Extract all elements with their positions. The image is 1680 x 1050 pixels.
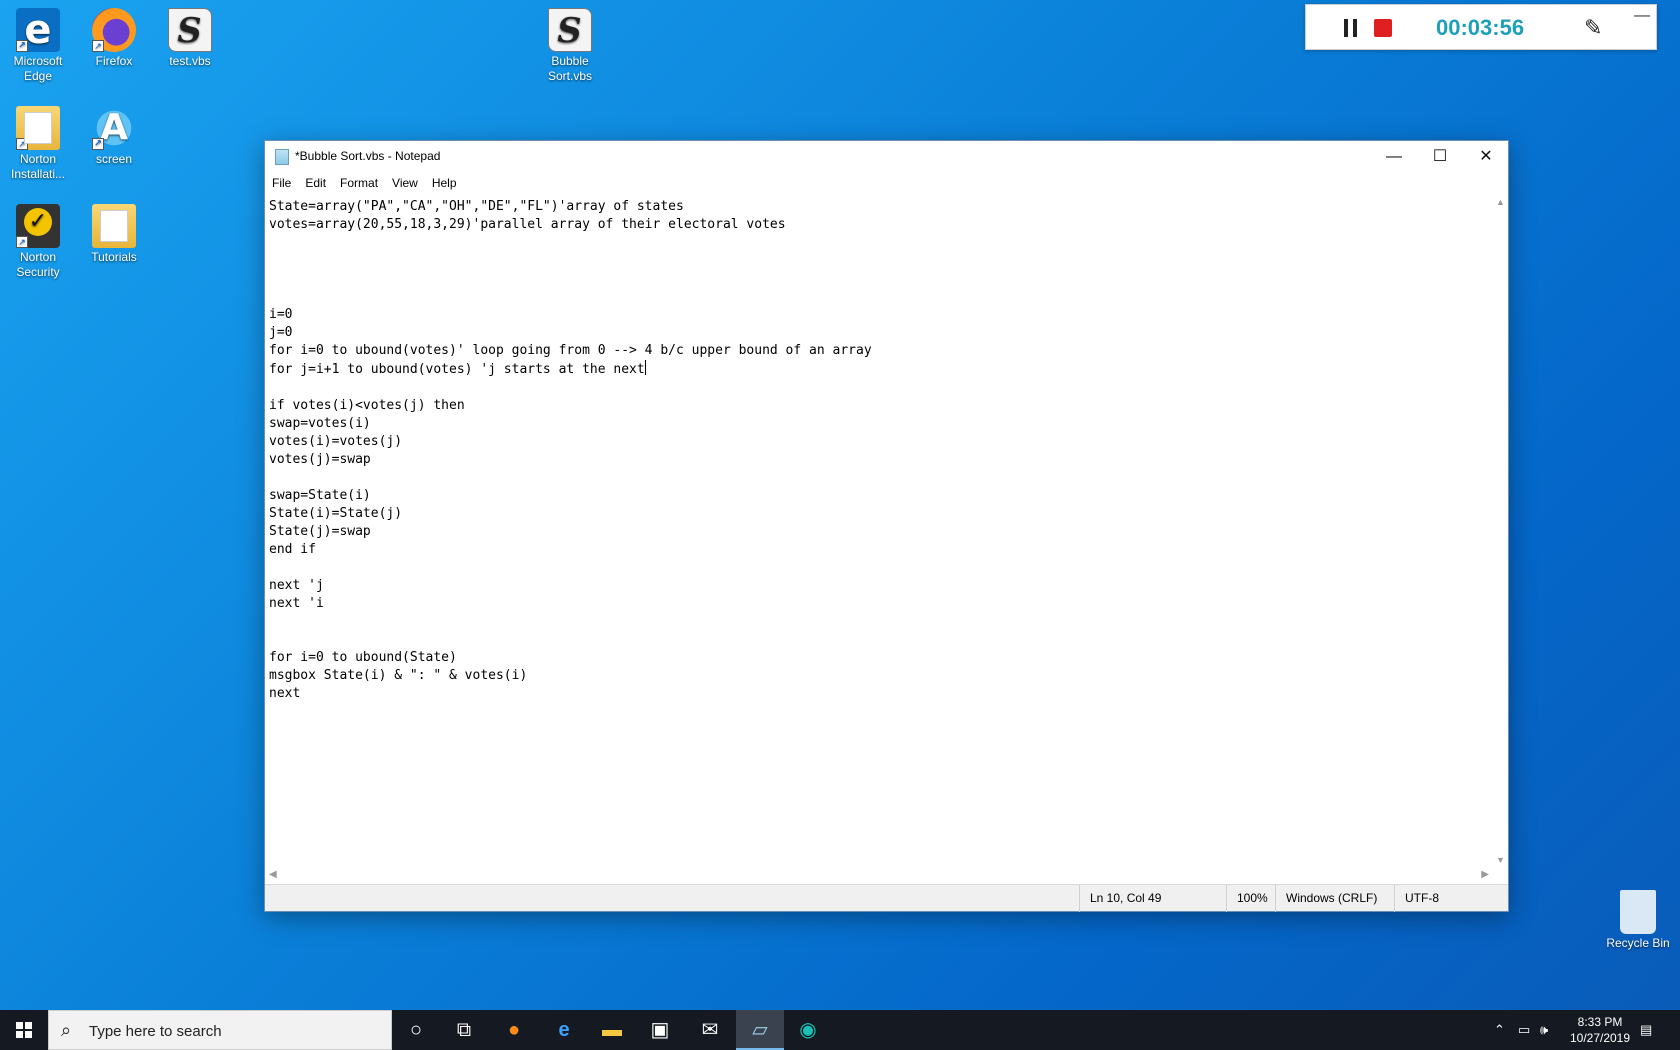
- scroll-up-icon[interactable]: ▲: [1496, 197, 1505, 207]
- desktop-icon-label: screen: [95, 152, 133, 166]
- windows-logo-icon: [16, 1022, 32, 1038]
- pause-icon[interactable]: [1344, 19, 1358, 37]
- network-icon[interactable]: ▭: [1518, 1010, 1530, 1050]
- desktop-icon-recycle-bin[interactable]: Recycle Bin: [1596, 890, 1680, 951]
- taskbar: ⌕ Type here to search ○ ⧉ ● e ▬ ▣ ✉ ▱ ◉ …: [0, 1010, 1680, 1050]
- show-hidden-icons[interactable]: ⌃: [1494, 1010, 1505, 1050]
- menu-view[interactable]: View: [385, 173, 425, 193]
- notepad-taskbar-icon[interactable]: ▱: [736, 1010, 784, 1050]
- menu-file[interactable]: File: [265, 173, 298, 193]
- pen-icon[interactable]: ✎: [1584, 15, 1602, 41]
- edge-taskbar-icon[interactable]: e: [540, 1010, 588, 1050]
- start-button[interactable]: [0, 1010, 48, 1050]
- task-view-icon[interactable]: ⧉: [440, 1010, 488, 1050]
- status-line-ending: Windows (CRLF): [1275, 885, 1377, 912]
- screen-app-icon: A ↗: [92, 106, 136, 150]
- scroll-right-icon[interactable]: ▶: [1481, 869, 1489, 880]
- minimize-button[interactable]: —: [1371, 141, 1417, 173]
- firefox-icon: ↗: [92, 8, 136, 52]
- vertical-scrollbar[interactable]: ▲ ▼: [1493, 195, 1508, 867]
- taskbar-search-box[interactable]: ⌕ Type here to search: [48, 1010, 392, 1050]
- norton-icon: ↗: [16, 204, 60, 248]
- desktop-icon-test-vbs[interactable]: test.vbs: [152, 8, 228, 69]
- desktop-icon-label: Norton Installati...: [10, 152, 66, 181]
- notepad-window: *Bubble Sort.vbs - Notepad — ☐ ✕ File Edi…: [264, 140, 1509, 912]
- status-position: Ln 10, Col 49: [1079, 885, 1161, 912]
- window-title: *Bubble Sort.vbs - Notepad: [295, 149, 441, 163]
- status-bar: Ln 10, Col 49 100% Windows (CRLF) UTF-8: [265, 884, 1508, 912]
- recycle-bin-icon: [1620, 890, 1656, 934]
- mail-icon[interactable]: ✉: [686, 1010, 734, 1050]
- search-placeholder: Type here to search: [89, 1023, 222, 1040]
- stop-icon[interactable]: [1374, 19, 1392, 37]
- recording-timer: 00:03:56: [1436, 15, 1525, 40]
- folder-icon: [92, 204, 136, 248]
- desktop-icon-label: Recycle Bin: [1606, 936, 1670, 950]
- scroll-left-icon[interactable]: ◀: [269, 869, 277, 880]
- maximize-button[interactable]: ☐: [1417, 141, 1463, 173]
- status-zoom: 100%: [1226, 885, 1268, 912]
- desktop-icon-label: Bubble Sort.vbs: [547, 54, 592, 83]
- desktop-icon-norton-install[interactable]: ↗ Norton Installati...: [0, 106, 76, 182]
- close-button[interactable]: ✕: [1463, 141, 1509, 173]
- horizontal-scrollbar[interactable]: ◀ ▶: [265, 867, 1493, 884]
- store-icon[interactable]: ▣: [636, 1010, 684, 1050]
- vbscript-file-icon: [548, 8, 592, 52]
- taskbar-clock[interactable]: 8:33 PM 10/27/2019: [1564, 1014, 1636, 1046]
- minimize-icon[interactable]: —: [1634, 7, 1650, 25]
- menu-help[interactable]: Help: [425, 173, 464, 193]
- notepad-icon: [275, 149, 289, 165]
- editor-text-after-caret: if votes(i)<votes(j) then swap=votes(i) …: [269, 398, 528, 701]
- desktop-icon-bubble-sort[interactable]: Bubble Sort.vbs: [532, 8, 608, 84]
- desktop-icon-label: Tutorials: [91, 250, 137, 264]
- desktop-icon-label: Firefox: [95, 54, 133, 68]
- status-encoding: UTF-8: [1394, 885, 1439, 912]
- menu-edit[interactable]: Edit: [298, 173, 333, 193]
- file-explorer-icon[interactable]: ▬: [588, 1010, 636, 1050]
- desktop-icon-label: Microsoft Edge: [13, 54, 63, 83]
- folder-icon: ↗: [16, 106, 60, 150]
- scroll-down-icon[interactable]: ▼: [1496, 855, 1505, 865]
- desktop-icon-label: test.vbs: [169, 54, 211, 68]
- search-icon: ⌕: [61, 1020, 72, 1040]
- editor-text-before-caret: State=array("PA","CA","OH","DE","FL")'ar…: [269, 199, 872, 377]
- desktop-icon-label: Norton Security: [16, 250, 60, 279]
- desktop-icon-firefox[interactable]: ↗ Firefox: [76, 8, 152, 69]
- desktop-icon-norton-security[interactable]: ↗ Norton Security: [0, 204, 76, 280]
- notifications-icon[interactable]: ▤: [1640, 1010, 1652, 1050]
- title-bar[interactable]: *Bubble Sort.vbs - Notepad — ☐ ✕: [265, 141, 1508, 173]
- desktop-icon-screen[interactable]: A ↗ screen: [76, 106, 152, 167]
- clock-date: 10/27/2019: [1569, 1031, 1631, 1045]
- firefox-taskbar-icon[interactable]: ●: [490, 1010, 538, 1050]
- text-editor[interactable]: State=array("PA","CA","OH","DE","FL")'ar…: [265, 195, 1493, 867]
- volume-icon[interactable]: 🕪: [1540, 1010, 1548, 1050]
- desktop-icon-tutorials[interactable]: Tutorials: [76, 204, 152, 265]
- menu-format[interactable]: Format: [333, 173, 385, 193]
- edge-icon: e ↗: [16, 8, 60, 52]
- cortana-icon[interactable]: ○: [392, 1010, 440, 1050]
- clock-time: 8:33 PM: [1577, 1015, 1623, 1029]
- desktop-icon-edge[interactable]: e ↗ Microsoft Edge: [0, 8, 76, 84]
- screen-recorder-toolbar: 00:03:56 ✎ —: [1305, 4, 1657, 50]
- text-caret: [644, 360, 646, 375]
- vbscript-file-icon: [168, 8, 212, 52]
- screen-recorder-taskbar-icon[interactable]: ◉: [784, 1010, 832, 1050]
- menu-bar: File Edit Format View Help: [265, 173, 1508, 195]
